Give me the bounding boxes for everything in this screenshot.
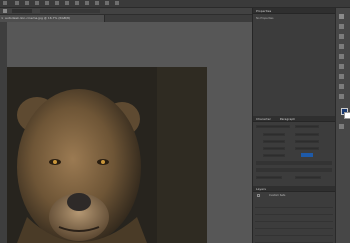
brush-tool-icon[interactable] (339, 64, 344, 69)
tools-panel-right (335, 8, 350, 243)
layer-row[interactable] (255, 215, 333, 222)
right-panels: Properties No Properties Character Parag… (252, 8, 336, 243)
tools-panel-left (0, 22, 7, 243)
kerning-field[interactable] (263, 140, 285, 143)
font-family-dropdown[interactable] (256, 125, 290, 128)
document-tab-bar: × autodesk-lion-cinema.jpg @ 16.7% (RGB/… (0, 15, 252, 22)
menu-item-window[interactable] (105, 1, 109, 5)
document-canvas[interactable] (7, 67, 207, 243)
layers-panel-title: Layers (256, 187, 266, 191)
eyedropper-tool-icon[interactable] (339, 54, 344, 59)
layer-filter-icon[interactable] (257, 194, 260, 197)
workspace (7, 22, 252, 243)
language-dropdown[interactable] (256, 176, 282, 179)
document-tab-title: autodesk-lion-cinema.jpg @ 16.7% (RGB/8) (5, 16, 71, 20)
layer-row[interactable] (255, 208, 333, 215)
lion-photo (7, 67, 207, 243)
layer-row[interactable] (255, 229, 333, 236)
close-icon[interactable]: × (1, 15, 4, 22)
properties-panel-title: Properties (256, 9, 272, 13)
text-style-buttons[interactable] (256, 161, 332, 165)
menu-item-filter[interactable] (75, 1, 79, 5)
type-tool-icon[interactable] (339, 94, 344, 99)
no-properties-label: No Properties (256, 17, 274, 20)
anti-aliasing-dropdown[interactable] (295, 176, 321, 179)
tracking-field[interactable] (295, 140, 319, 143)
eraser-tool-icon[interactable] (339, 84, 344, 89)
text-color-swatch[interactable] (301, 153, 313, 157)
menu-item-image[interactable] (35, 1, 39, 5)
horizontal-scale-field[interactable] (295, 147, 319, 150)
document-tab[interactable]: × autodesk-lion-cinema.jpg @ 16.7% (RGB/… (0, 15, 105, 22)
marquee-tool-icon[interactable] (339, 24, 344, 29)
layers-panel-header[interactable]: Layers (253, 186, 336, 192)
baseline-shift-field[interactable] (263, 154, 285, 157)
font-style-dropdown[interactable] (295, 125, 319, 128)
background-color-swatch[interactable] (344, 112, 350, 119)
character-panel-header[interactable]: Character Paragraph (253, 116, 336, 122)
menu-item-type[interactable] (55, 1, 59, 5)
character-panel-title: Character (256, 117, 271, 121)
opentype-buttons[interactable] (256, 168, 332, 172)
leading-field[interactable] (295, 133, 319, 136)
crop-tool-icon[interactable] (339, 44, 344, 49)
align-options[interactable] (40, 9, 100, 13)
move-tool-icon[interactable] (339, 14, 344, 19)
clone-tool-icon[interactable] (339, 74, 344, 79)
layer-row[interactable] (255, 201, 333, 208)
auto-select-dropdown[interactable] (12, 9, 32, 13)
quick-mask-icon[interactable] (339, 124, 344, 129)
menu-item-view[interactable] (95, 1, 99, 5)
vertical-scale-field[interactable] (263, 147, 285, 150)
menu-item-file[interactable] (15, 1, 19, 5)
lasso-tool-icon[interactable] (339, 34, 344, 39)
properties-panel-header[interactable]: Properties (253, 8, 336, 14)
menu-item-layer[interactable] (45, 1, 49, 5)
menu-item-select[interactable] (65, 1, 69, 5)
move-tool-icon[interactable] (3, 9, 7, 13)
menu-item-help[interactable] (115, 1, 119, 5)
paragraph-tab[interactable]: Paragraph (280, 117, 295, 121)
menu-item-edit[interactable] (25, 1, 29, 5)
layer-row[interactable] (255, 222, 333, 229)
app-icon[interactable] (3, 1, 7, 5)
menu-bar (0, 0, 350, 8)
font-size-field[interactable] (263, 133, 285, 136)
layers-mode-label[interactable]: Custom Sets (269, 194, 285, 197)
menu-item-3d[interactable] (85, 1, 89, 5)
layer-row[interactable] (255, 236, 333, 243)
